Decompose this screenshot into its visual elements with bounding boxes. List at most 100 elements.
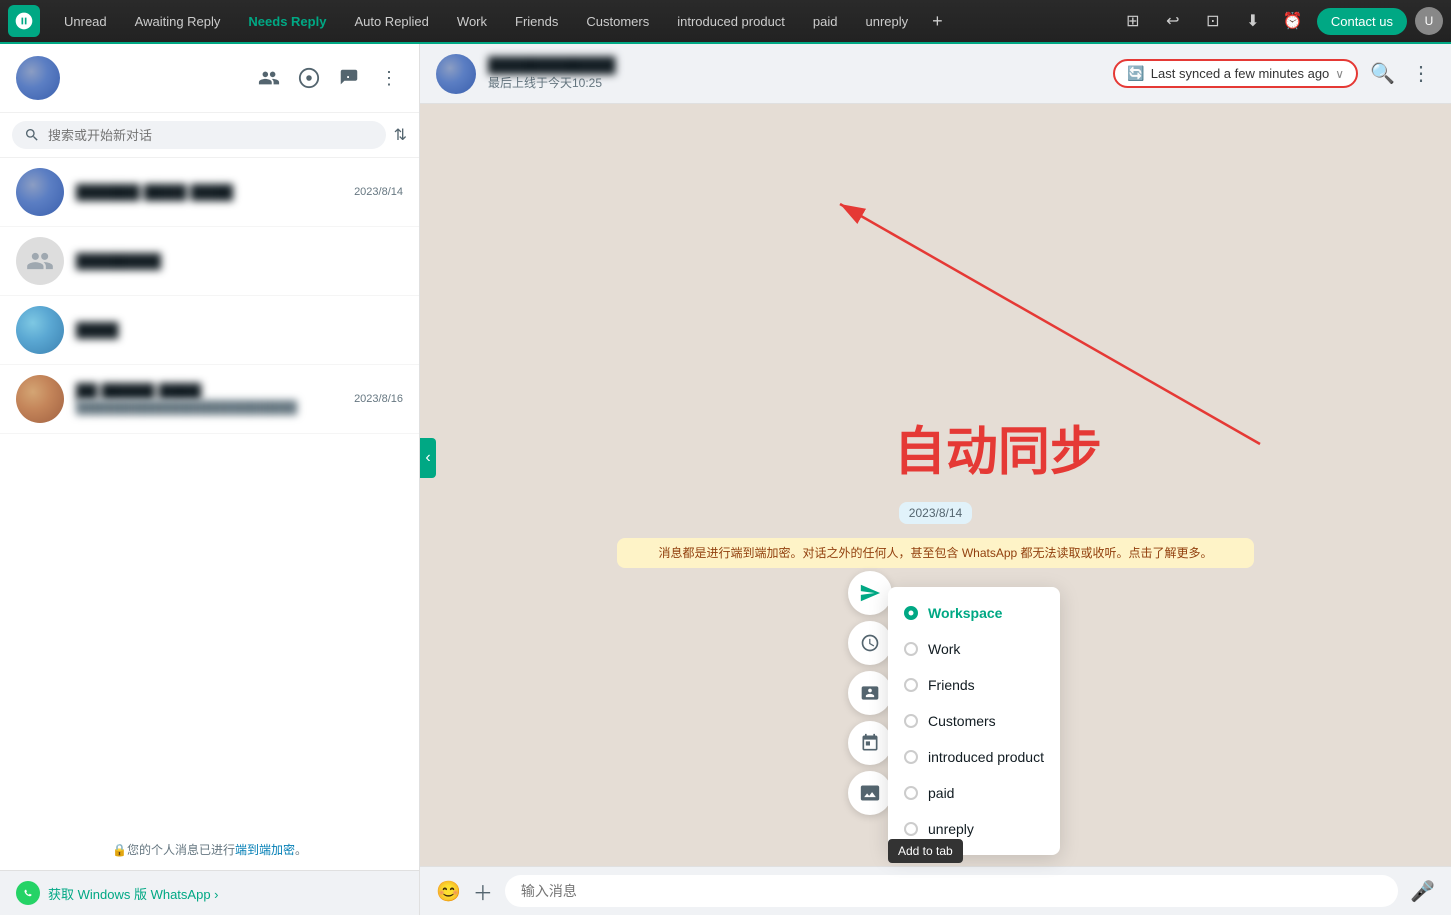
search-input-wrap[interactable] (12, 121, 386, 149)
send-button[interactable] (848, 571, 892, 615)
system-message: 消息都是进行端到端加密。对话之外的任何人，甚至包含 WhatsApp 都无法读取… (617, 538, 1255, 568)
dropdown-item-workspace[interactable]: Workspace (888, 595, 1060, 631)
annotation-text: 自动同步 (894, 409, 1102, 484)
get-whatsapp-text[interactable]: 获取 Windows 版 WhatsApp › (48, 884, 219, 903)
tab-paid[interactable]: paid (801, 10, 850, 33)
arrow-annotation (820, 184, 1440, 504)
chat-name: ████████ (76, 253, 403, 270)
chat-more-icon[interactable]: ⋮ (1407, 57, 1435, 90)
new-chat-icon[interactable] (335, 64, 363, 92)
my-avatar[interactable] (16, 56, 60, 100)
unreply-label: unreply (928, 821, 974, 837)
customers-radio[interactable] (904, 714, 918, 728)
dropdown-item-introduced[interactable]: introduced product (888, 739, 1060, 775)
dropdown-item-customers[interactable]: Customers (888, 703, 1060, 739)
workspace-label: Workspace (928, 605, 1002, 621)
chat-preview: ████████████████████████ (76, 400, 342, 415)
user-avatar[interactable]: U (1415, 7, 1443, 35)
alarm-icon[interactable] (848, 621, 892, 665)
last-synced-text: Last synced a few minutes ago (1151, 66, 1330, 81)
sidebar-header-icons: ⋮ (255, 64, 403, 92)
customers-label: Customers (928, 713, 996, 729)
chat-time: 2023/8/16 (354, 393, 403, 405)
emoji-icon[interactable]: 😊 (436, 879, 461, 904)
dropdown-item-friends[interactable]: Friends (888, 667, 1060, 703)
encryption-notice: 🔒您的个人消息已进行端到端加密。 (0, 829, 419, 870)
message-input[interactable] (505, 875, 1398, 907)
more-options-icon[interactable]: ⋮ (375, 64, 403, 92)
contact-name: ████████████ (488, 57, 1101, 74)
chat-info: ██ █████ ████ ████████████████████████ (76, 383, 342, 415)
chat-item[interactable]: ████ (0, 296, 419, 365)
friends-radio[interactable] (904, 678, 918, 692)
chat-time: 2023/8/14 (354, 186, 403, 198)
chat-name: ████ (76, 322, 403, 339)
float-toolbar (848, 571, 892, 815)
chat-info: ██████ ████ ████ (76, 184, 342, 201)
add-to-tab-tooltip[interactable]: Add to tab (888, 839, 963, 863)
encryption-link[interactable]: 端到端加密 (235, 843, 295, 857)
tab-auto-replied[interactable]: Auto Replied (342, 10, 440, 33)
last-synced-badge[interactable]: 🔄 Last synced a few minutes ago ∨ (1113, 59, 1358, 88)
avatar (16, 306, 64, 354)
dropdown-item-work[interactable]: Work (888, 631, 1060, 667)
clock-icon[interactable]: ⏰ (1277, 5, 1309, 37)
right-chat: ████████████ 最后上线于今天10:25 🔄 Last synced … (420, 44, 1451, 915)
mic-icon[interactable]: 🎤 (1410, 879, 1435, 904)
tab-unreply[interactable]: unreply (854, 10, 921, 33)
tab-unread[interactable]: Unread (52, 10, 119, 33)
sidebar-expand-tab[interactable]: ‹ (420, 438, 436, 478)
tab-introduced-product[interactable]: introduced product (665, 10, 797, 33)
sidebar-bottom: 获取 Windows 版 WhatsApp › (0, 870, 419, 915)
contact-card-icon[interactable] (848, 671, 892, 715)
friends-label: Friends (928, 677, 975, 693)
introduced-label: introduced product (928, 749, 1044, 765)
contact-avatar[interactable] (436, 54, 476, 94)
work-label: Work (928, 641, 960, 657)
attach-icon[interactable]: ＋ (473, 877, 493, 906)
left-sidebar: ⋮ ⇅ ██████ ████ ████ 2023/8/14 (0, 44, 420, 915)
image-transfer-icon[interactable] (848, 771, 892, 815)
screen-share-icon[interactable]: ⊞ (1117, 5, 1149, 37)
nav-right-area: ⊞ ↩ ⊡ ⬇ ⏰ Contact us U (1117, 5, 1443, 37)
chat-item[interactable]: ██████ ████ ████ 2023/8/14 (0, 158, 419, 227)
download-icon[interactable]: ⬇ (1237, 5, 1269, 37)
avatar (16, 375, 64, 423)
date-label: 2023/8/14 (899, 502, 972, 524)
tab-work[interactable]: Work (445, 10, 499, 33)
tab-customers[interactable]: Customers (574, 10, 661, 33)
chevron-down-icon: ∨ (1335, 67, 1344, 81)
introduced-radio[interactable] (904, 750, 918, 764)
status-icon[interactable] (295, 64, 323, 92)
chat-item[interactable]: ██ █████ ████ ████████████████████████ 2… (0, 365, 419, 434)
unreply-radio[interactable] (904, 822, 918, 836)
filter-icon[interactable]: ⇅ (394, 125, 407, 145)
tab-awaiting[interactable]: Awaiting Reply (123, 10, 233, 33)
contact-us-button[interactable]: Contact us (1317, 8, 1407, 35)
tab-needs-reply[interactable]: Needs Reply (236, 10, 338, 33)
reply-icon[interactable]: ↩ (1157, 5, 1189, 37)
date-divider: 2023/8/14 (480, 504, 1391, 522)
calendar-icon[interactable] (848, 721, 892, 765)
paid-label: paid (928, 785, 954, 801)
avatar (16, 168, 64, 216)
grid-icon[interactable]: ⊡ (1197, 5, 1229, 37)
sync-icon: 🔄 (1127, 65, 1144, 82)
add-tab-button[interactable]: + (924, 11, 951, 32)
work-radio[interactable] (904, 642, 918, 656)
chat-name: ██████ ████ ████ (76, 184, 342, 201)
community-icon[interactable] (255, 64, 283, 92)
search-chat-icon[interactable]: 🔍 (1366, 57, 1399, 90)
chat-footer: 😊 ＋ 🎤 (420, 866, 1451, 915)
chat-info: ████ (76, 322, 403, 339)
chat-list: ██████ ████ ████ 2023/8/14 ████████ (0, 158, 419, 829)
search-input[interactable] (48, 128, 374, 143)
chat-header-right: 🔄 Last synced a few minutes ago ∨ 🔍 ⋮ (1113, 57, 1435, 90)
tab-friends[interactable]: Friends (503, 10, 570, 33)
paid-radio[interactable] (904, 786, 918, 800)
dropdown-item-paid[interactable]: paid (888, 775, 1060, 811)
chat-item[interactable]: ████████ (0, 227, 419, 296)
sidebar-header: ⋮ (0, 44, 419, 113)
contact-info: ████████████ 最后上线于今天10:25 (488, 57, 1101, 91)
workspace-radio[interactable] (904, 606, 918, 620)
